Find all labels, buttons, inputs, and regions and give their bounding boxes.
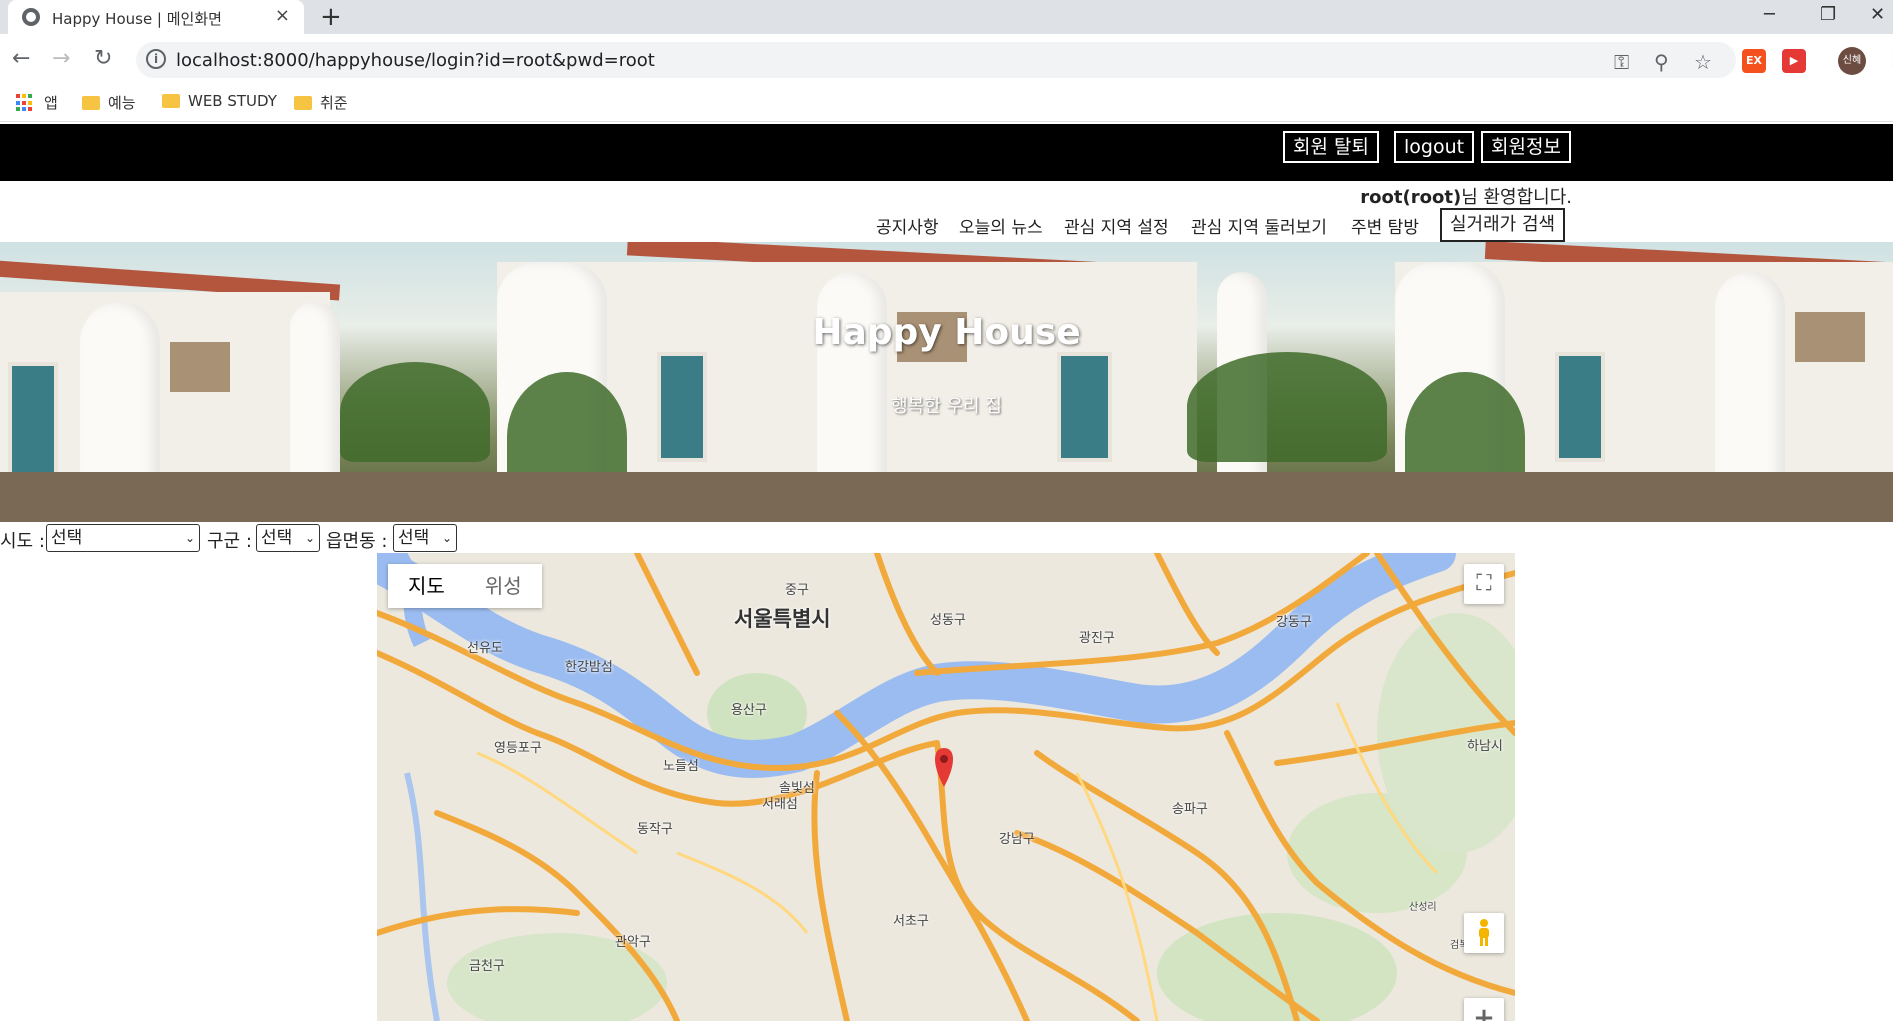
map-type-control: 지도 위성 bbox=[388, 564, 542, 608]
hero-image-left bbox=[0, 242, 497, 522]
chevron-down-icon: ⌄ bbox=[184, 531, 195, 545]
map-label: 서래섬 bbox=[762, 797, 798, 812]
map-label: 산성리 bbox=[1409, 902, 1437, 913]
maximize-icon[interactable]: ❐ bbox=[1820, 4, 1836, 25]
hero-banner: Happy House 행복한 우리 집 bbox=[0, 242, 1893, 522]
nav-notice[interactable]: 공지사항 bbox=[876, 213, 939, 238]
map-label: 서초구 bbox=[893, 914, 929, 929]
tab-title: Happy House | 메인화면 bbox=[52, 10, 222, 28]
google-map[interactable]: 중구 서울특별시 성동구 광진구 강동구 선유도 한강밤섬 용산구 영등포구 노… bbox=[377, 553, 1515, 1021]
welcome-suffix: 님 환영합니다. bbox=[1461, 187, 1572, 208]
browser-toolbar: ← → ↻ i localhost:8000/happyhouse/login?… bbox=[0, 34, 1893, 86]
dong-selected: 선택 bbox=[398, 528, 430, 548]
key-icon[interactable]: ⚿ bbox=[1614, 50, 1629, 74]
nav-nearby-explore[interactable]: 주변 탐방 bbox=[1351, 213, 1419, 238]
map-label: 관악구 bbox=[615, 935, 651, 950]
sido-label: 시도 : bbox=[0, 531, 45, 552]
gugun-selected: 선택 bbox=[261, 528, 293, 548]
bookmark-label: 취준 bbox=[320, 94, 348, 112]
url-text[interactable]: localhost:8000/happyhouse/login?id=root&… bbox=[176, 50, 655, 71]
new-tab-button[interactable]: + bbox=[320, 2, 342, 32]
bookmark-apps[interactable]: 앱 bbox=[44, 92, 58, 113]
chevron-down-icon: ⌄ bbox=[441, 531, 452, 545]
map-label: 동작구 bbox=[637, 822, 673, 837]
folder-icon bbox=[294, 96, 312, 110]
map-label: 하남시 bbox=[1467, 739, 1503, 754]
map-label: 광진구 bbox=[1079, 631, 1115, 646]
nav-today-news[interactable]: 오늘의 뉴스 bbox=[959, 213, 1043, 238]
map-label: 강남구 bbox=[999, 832, 1035, 847]
zoom-icon[interactable]: ⚲ bbox=[1654, 50, 1669, 74]
address-bar[interactable]: i localhost:8000/happyhouse/login?id=roo… bbox=[136, 42, 1736, 78]
hero-image-right bbox=[1395, 242, 1893, 522]
bookmark-label: WEB STUDY bbox=[188, 92, 277, 110]
bookmark-label: 예능 bbox=[108, 94, 136, 112]
top-bar: 회원 탈퇴 logout 회원정보 bbox=[0, 124, 1893, 181]
bookmark-star-icon[interactable]: ☆ bbox=[1694, 50, 1712, 74]
hero-subtitle: 행복한 우리 집 bbox=[891, 396, 1002, 417]
folder-icon bbox=[162, 94, 180, 108]
forward-arrow-icon[interactable]: → bbox=[52, 46, 70, 71]
minimize-icon[interactable]: ─ bbox=[1764, 4, 1775, 25]
extension-ex-icon[interactable]: EX bbox=[1742, 49, 1766, 73]
map-label: 서울특별시 bbox=[734, 607, 831, 631]
sido-selected: 선택 bbox=[51, 528, 83, 548]
dong-label: 읍면동 : bbox=[326, 531, 388, 552]
sido-select[interactable]: 선택 ⌄ bbox=[46, 524, 200, 552]
nav-interest-area-browse[interactable]: 관심 지역 둘러보기 bbox=[1191, 213, 1327, 238]
globe-icon bbox=[22, 8, 40, 26]
site-info-icon[interactable]: i bbox=[146, 49, 166, 69]
zoom-in-button[interactable]: + bbox=[1464, 998, 1504, 1021]
logout-button[interactable]: logout bbox=[1394, 131, 1475, 163]
map-label: 한강밤섬 bbox=[565, 660, 613, 675]
map-type-satellite[interactable]: 위성 bbox=[465, 564, 542, 608]
folder-icon bbox=[82, 96, 100, 110]
map-label: 선유도 bbox=[467, 641, 503, 656]
dong-select[interactable]: 선택 ⌄ bbox=[393, 524, 457, 552]
map-label: 송파구 bbox=[1172, 802, 1208, 817]
map-label: 영등포구 bbox=[494, 741, 542, 756]
profile-avatar[interactable]: 신혜 bbox=[1838, 47, 1866, 75]
reload-icon[interactable]: ↻ bbox=[94, 46, 112, 71]
member-info-button[interactable]: 회원정보 bbox=[1481, 131, 1571, 163]
map-label: 중구 bbox=[785, 583, 809, 598]
fullscreen-icon[interactable]: ⛶ bbox=[1464, 564, 1504, 604]
browser-tab[interactable]: Happy House | 메인화면 × bbox=[8, 0, 304, 34]
browser-menu-icon[interactable]: ⋮ bbox=[1884, 46, 1893, 70]
hero-title: Happy House bbox=[812, 312, 1081, 353]
bookmark-folder-chwijun[interactable]: 취준 bbox=[294, 92, 348, 113]
welcome-message: root(root)님 환영합니다. bbox=[1360, 183, 1572, 209]
nav-real-price-search[interactable]: 실거래가 검색 bbox=[1440, 208, 1566, 242]
browser-tab-bar: Happy House | 메인화면 × + ─ ❐ ✕ bbox=[0, 0, 1893, 34]
chevron-down-icon: ⌄ bbox=[304, 531, 315, 545]
bookmark-folder-yeneung[interactable]: 예능 bbox=[82, 92, 136, 113]
welcome-username: root(root) bbox=[1360, 187, 1462, 208]
hero-image-center bbox=[497, 242, 1395, 522]
bookmark-folder-web-study[interactable]: WEB STUDY bbox=[162, 92, 277, 110]
map-label: 노들섬 bbox=[663, 759, 699, 774]
apps-grid-icon[interactable] bbox=[16, 94, 34, 112]
withdraw-button[interactable]: 회원 탈퇴 bbox=[1283, 131, 1379, 163]
window-close-icon[interactable]: ✕ bbox=[1870, 4, 1885, 25]
nav-interest-area-setting[interactable]: 관심 지역 설정 bbox=[1064, 213, 1169, 238]
bookmarks-bar: 앱 예능 WEB STUDY 취준 bbox=[0, 86, 1893, 122]
gugun-select[interactable]: 선택 ⌄ bbox=[256, 524, 320, 552]
gugun-label: 구군 : bbox=[207, 531, 252, 552]
tab-close-icon[interactable]: × bbox=[275, 5, 290, 26]
map-type-roadmap[interactable]: 지도 bbox=[388, 564, 465, 608]
map-label: 강동구 bbox=[1276, 615, 1312, 630]
map-label: 금천구 bbox=[469, 959, 505, 974]
back-arrow-icon[interactable]: ← bbox=[12, 46, 30, 71]
extension-media-icon[interactable]: ▶ bbox=[1782, 49, 1806, 73]
map-label: 성동구 bbox=[930, 613, 966, 628]
map-label: 용산구 bbox=[731, 703, 767, 718]
street-view-pegman-icon[interactable] bbox=[1464, 913, 1504, 953]
